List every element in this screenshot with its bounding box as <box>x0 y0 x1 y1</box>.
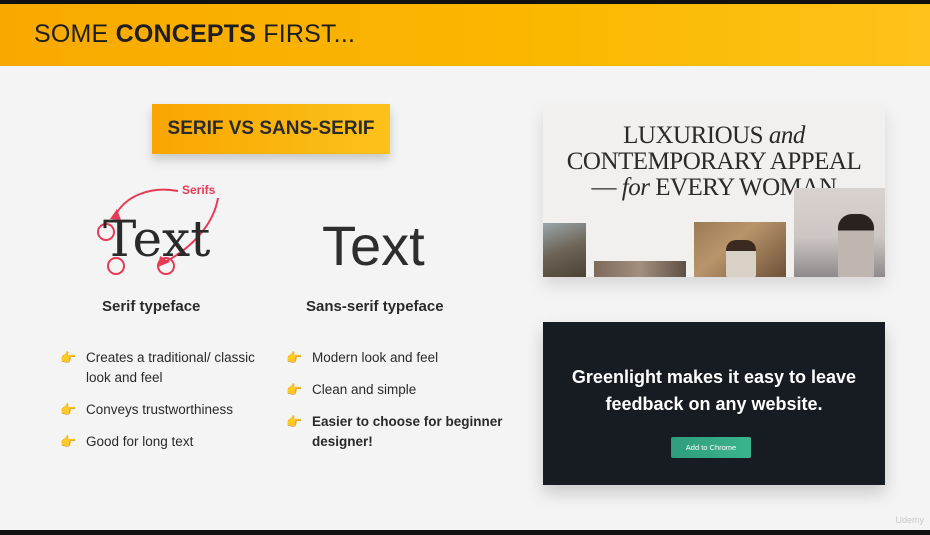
sans-serif-sample-text: Text <box>322 214 425 277</box>
list-item: 👉 Clean and simple <box>286 380 506 400</box>
serif-typeface-title: Serif typeface <box>102 298 201 315</box>
sans-serif-typeface-title: Sans-serif typeface <box>306 298 444 315</box>
fashion-headline-line-2: CONTEMPORARY APPEAL <box>566 148 862 175</box>
udemy-watermark: Udemy <box>895 515 924 525</box>
pointing-hand-icon: 👉 <box>286 414 303 429</box>
list-item: 👉 Easier to choose for beginner designer! <box>286 414 503 449</box>
pointing-hand-icon: 👉 <box>60 402 77 417</box>
fashion-photo-portrait <box>594 261 686 277</box>
list-item: 👉 Modern look and feel <box>286 348 506 368</box>
bottom-border <box>0 530 930 535</box>
add-to-chrome-button[interactable]: Add to Chrome <box>671 437 751 458</box>
fashion-photo-stone-wall <box>694 222 786 277</box>
list-item: 👉 Good for long text <box>60 432 280 452</box>
serif-sample-text: Text <box>103 210 211 268</box>
fashion-photo-model <box>794 188 885 277</box>
pointing-hand-icon: 👉 <box>286 350 303 365</box>
fashion-headline-line-1: LUXURIOUS and <box>623 122 805 149</box>
sans-serif-bullet-list: 👉 Modern look and feel 👉 Clean and simple … <box>286 348 506 452</box>
serifs-annotation-label: Serifs <box>182 183 216 197</box>
pointing-hand-icon: 👉 <box>60 350 77 365</box>
pointing-hand-icon: 👉 <box>286 382 303 397</box>
serif-example-card: LUXURIOUS and CONTEMPORARY APPEAL — for … <box>543 105 885 277</box>
list-item: 👉 Creates a traditional/ classic look and… <box>60 350 255 385</box>
list-item: 👉 Conveys trustworthiness <box>60 400 280 420</box>
greenlight-headline: Greenlight makes it easy to leave feedba… <box>571 367 857 414</box>
sans-serif-example-card: Greenlight makes it easy to leave feedba… <box>543 322 885 485</box>
fashion-photo-ruins <box>543 223 586 277</box>
serif-bullet-list: 👉 Creates a traditional/ classic look and… <box>60 348 280 452</box>
pointing-hand-icon: 👉 <box>60 434 77 449</box>
